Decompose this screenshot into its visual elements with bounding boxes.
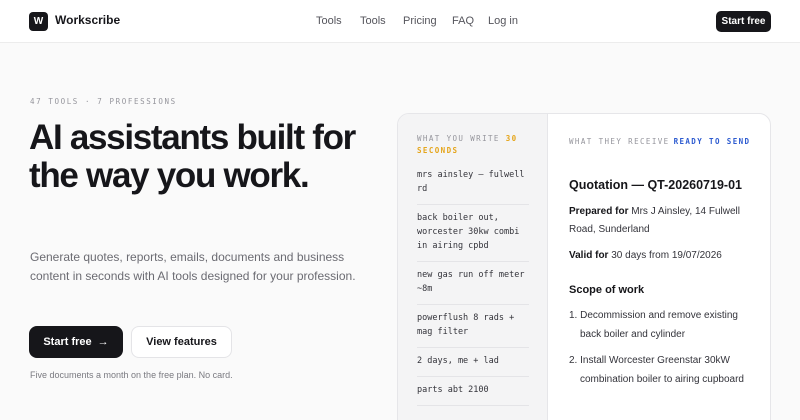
hero-subtitle: Generate quotes, reports, emails, docume… [30,250,356,283]
demo-card: WHAT YOU WRITE 30 SECONDS mrs ainsley — … [397,113,771,420]
notes-list: mrs ainsley — fulwell rd back boiler out… [417,162,529,406]
top-nav: W Workscribe Tools Tools Pricing FAQ Log… [0,0,800,43]
note-item: parts abt 2100 [417,377,529,406]
nav-start-free-button[interactable]: Start free [716,11,771,32]
start-free-label: Start free [43,336,92,348]
nav-link-login[interactable]: Log in [488,15,518,27]
start-free-button[interactable]: Start free → [29,326,123,358]
hero-eyebrow: 47 TOOLS · 7 PROFESSIONS [30,97,177,106]
nav-link-tools-2[interactable]: Tools [360,15,386,27]
note-item: back boiler out, worcester 30kw combi in… [417,205,529,262]
input-label: WHAT YOU WRITE [417,134,500,143]
note-item: new gas run off meter ~8m [417,262,529,305]
prepared-for-line: Prepared for Mrs J Ainsley, 14 Fulwell R… [569,203,759,239]
output-panel: WHAT THEY RECEIVE READY TO SEND Quotation… [549,114,770,420]
scope-title: Scope of work [569,284,645,296]
note-item: mrs ainsley — fulwell rd [417,162,529,205]
free-plan-note: Five documents a month on the free plan.… [30,370,233,380]
nav-link-tools[interactable]: Tools [316,15,342,27]
note-item: 2 days, me + lad [417,348,529,377]
scope-item: 1. Decommission and remove existing back… [569,310,738,340]
note-item: powerflush 8 rads + mag filter [417,305,529,348]
brand-name[interactable]: Workscribe [55,13,120,27]
valid-for-value: 30 days from 19/07/2026 [611,250,722,261]
arrow-right-icon: → [97,336,109,348]
input-panel: WHAT YOU WRITE 30 SECONDS mrs ainsley — … [398,114,548,420]
scope-list: 1. Decommission and remove existing back… [569,307,759,397]
valid-for-line: Valid for 30 days from 19/07/2026 [569,247,759,265]
valid-for-label: Valid for [569,250,609,261]
nav-link-faq[interactable]: FAQ [452,15,474,27]
logo-mark[interactable]: W [29,12,48,31]
ready-status-badge: READY TO SEND [673,137,751,146]
nav-link-pricing[interactable]: Pricing [403,15,437,27]
scope-item: 2. Install Worcester Greenstar 30kW comb… [569,355,744,385]
prepared-for-label: Prepared for [569,206,629,217]
input-panel-header: WHAT YOU WRITE 30 SECONDS [417,133,537,157]
output-label: WHAT THEY RECEIVE [569,137,670,146]
hero-headline: AI assistants built for the way you work… [29,118,356,195]
view-features-button[interactable]: View features [131,326,232,358]
quote-title: Quotation — QT-20260719-01 [569,178,742,192]
output-panel-header: WHAT THEY RECEIVE READY TO SEND [569,137,750,146]
